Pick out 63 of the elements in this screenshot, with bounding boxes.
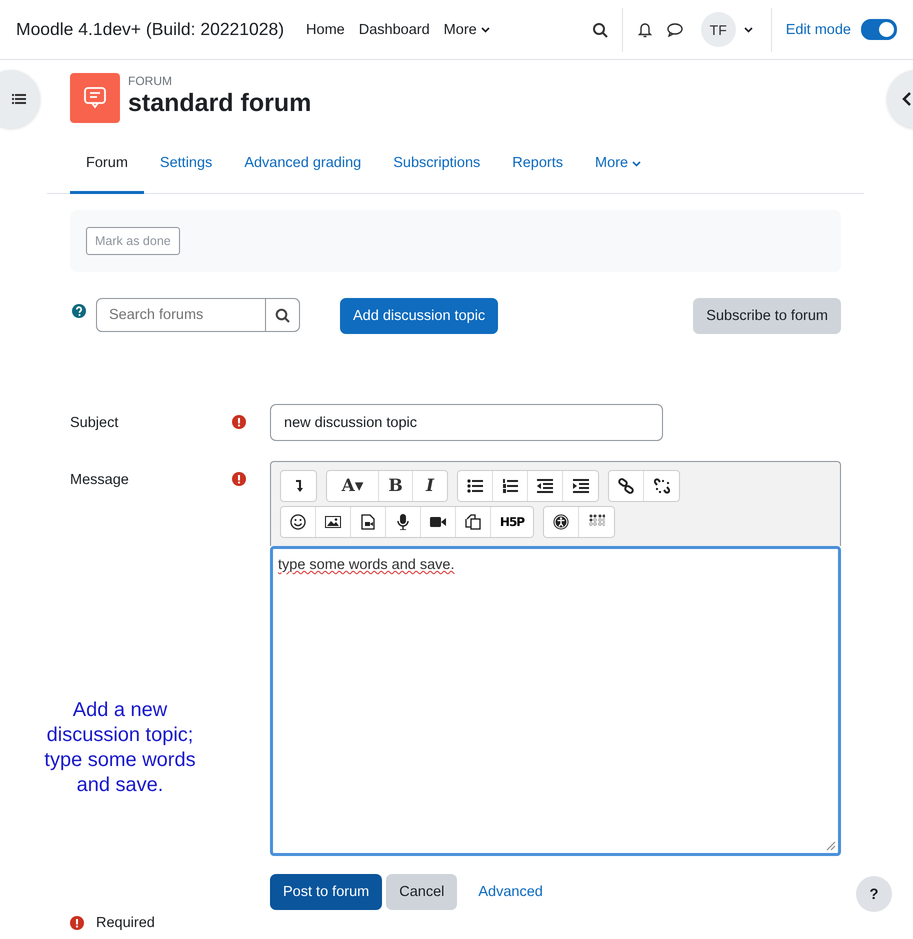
bullet-list-button[interactable] <box>458 471 493 501</box>
avatar-initials[interactable]: TF <box>700 12 736 47</box>
message-editor[interactable]: type some words and save. <box>270 546 841 856</box>
accessibility-checker-button[interactable] <box>544 507 579 537</box>
search-field[interactable]: Search forums <box>96 298 266 332</box>
chat-bubble-icon[interactable] <box>666 22 683 37</box>
copy-icon <box>465 514 481 530</box>
resize-handle-icon <box>826 841 836 851</box>
link-icon <box>618 478 634 494</box>
field-label: Subject <box>70 414 120 431</box>
required-icon <box>70 916 84 930</box>
nav-link[interactable]: Dashboard <box>358 22 430 38</box>
nav-link[interactable]: Home <box>306 22 345 38</box>
help-icon[interactable] <box>72 304 86 318</box>
more-tab[interactable]: More <box>579 143 658 194</box>
required-note: Required <box>96 915 155 931</box>
indent-icon <box>572 478 588 494</box>
site-name[interactable]: Moodle 4.1dev+ (Build: 20221028) <box>16 19 284 40</box>
media-file-icon <box>360 514 376 530</box>
tab[interactable]: Settings <box>144 143 228 194</box>
bell-icon[interactable] <box>636 21 653 38</box>
video-camera-icon <box>430 514 446 530</box>
caret-icon <box>744 26 753 33</box>
message-text: type some words and save. <box>278 557 455 573</box>
advanced-link[interactable]: Advanced <box>478 884 543 900</box>
tab[interactable]: Forum <box>70 143 144 194</box>
caret-icon <box>480 26 490 33</box>
search-button[interactable] <box>266 298 300 332</box>
format-button[interactable]: A▾ <box>327 471 379 501</box>
emoji-button[interactable] <box>281 507 316 537</box>
page-title: standard forum <box>128 89 312 118</box>
search-icon <box>275 308 290 322</box>
tab[interactable]: Reports <box>496 143 580 194</box>
tab[interactable]: Subscriptions <box>377 143 496 194</box>
list-icon <box>12 94 26 104</box>
required-icon <box>232 472 246 486</box>
activity-type: FORUM <box>128 74 173 88</box>
chevron-left-icon <box>902 92 912 106</box>
broken-link-icon <box>654 478 670 494</box>
image-icon <box>325 514 341 530</box>
outdent-icon <box>537 478 553 494</box>
subject-field[interactable]: new discussion topic <box>270 404 663 441</box>
subscribe-button[interactable]: Subscribe to forum <box>693 298 841 334</box>
speech-bubble-icon <box>84 87 106 109</box>
more-menu[interactable]: More <box>444 22 490 38</box>
field-label: Message <box>70 471 130 488</box>
edit-mode-switch[interactable] <box>861 19 897 40</box>
post-to-forum-button[interactable]: Post to forum <box>270 874 382 910</box>
caret-icon <box>632 160 642 166</box>
smiley-icon <box>290 514 306 530</box>
bullet-list-icon <box>467 478 483 494</box>
search-icon[interactable] <box>592 22 608 38</box>
add-discussion-button[interactable]: Add discussion topic <box>340 298 498 334</box>
numbered-list-icon <box>502 478 518 494</box>
link-button[interactable] <box>609 471 644 501</box>
annotation-text: Add a new discussion topic; type some words and save. <box>43 698 197 798</box>
help-button[interactable]: ? <box>856 876 892 912</box>
microphone-icon <box>395 514 411 530</box>
required-icon <box>232 415 246 429</box>
tab[interactable]: Advanced grading <box>228 143 378 194</box>
accessibility-icon <box>553 514 569 530</box>
edit-mode-label: Edit mode <box>786 22 851 38</box>
cancel-button[interactable]: Cancel <box>386 874 458 910</box>
